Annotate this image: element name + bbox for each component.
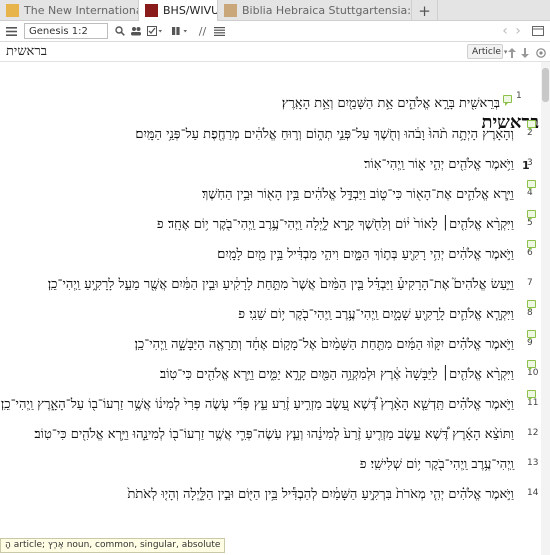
tab-label: BHS/WIVU [163, 4, 218, 17]
verse-row: 4 וַיַּ֧רְא אֱלֹהִ֛ים אֶת־הָא֖וֹר כִּי־ט֑… [0, 180, 538, 210]
note-icon[interactable] [503, 95, 512, 106]
verse-row: 12 וַתּוֹצֵ֨א הָאָ֜רֶץ דֶּ֠שֶׁא עֵ֣שֶׂב מ… [0, 426, 538, 450]
verse-text[interactable]: וַיַּ֧רְא אֱלֹהִ֛ים אֶת־הָא֖וֹר כִּי־ט֑ו… [202, 186, 514, 202]
columns-icon[interactable] [170, 23, 190, 39]
scrollbar[interactable] [541, 62, 550, 555]
verse-text[interactable]: וַיֹּ֣אמֶר אֱלֹהִ֗ים יְהִ֤י מְאֹרֹת֙ בִּ… [128, 486, 515, 502]
verse-text[interactable]: וַיֹּ֣אמֶר אֱלֹהִ֗ים תַּֽדְשֵׁ֤א הָאָ֨רֶ… [1, 396, 514, 412]
verse-text[interactable]: וַיֹּ֥אמֶר אֱלֹהִ֖ים יְהִ֣י א֑וֹר וַֽיְה… [364, 156, 514, 172]
visual-filter-icon[interactable] [146, 23, 164, 39]
word-info-tooltip: הָ article; אֶרֶץ noun, common, singular… [0, 538, 226, 553]
verse-number[interactable]: 14 [527, 488, 538, 498]
scroll-up-icon[interactable] [507, 45, 517, 61]
verse-text[interactable]: בְּרֵאשִׁ֖ית בָּרָ֣א אֱלֹהִ֑ים אֵ֥ת הַשָ… [282, 95, 500, 111]
note-icon[interactable] [527, 390, 536, 401]
verse-row: 6 וַיֹּ֣אמֶר אֱלֹהִ֔ים יְהִ֥י רָקִ֖יעַ בְ… [0, 240, 538, 270]
panel-menu-icon[interactable] [530, 23, 546, 39]
verse-row: 7 וַיַּ֣עַשׂ אֱלֹהִים֮ אֶת־הָרָקִיעַ֒ וַי… [0, 276, 538, 300]
note-icon[interactable] [527, 360, 536, 371]
article-label: Article [472, 46, 501, 57]
verse-number[interactable]: 13 [527, 458, 538, 468]
verse-text[interactable]: וְהָאָ֗רֶץ הָיְתָ֥ה תֹ֨הוּ֙ וָבֹ֔הוּ וְח… [135, 126, 514, 142]
reading-view-icon[interactable] [213, 23, 226, 39]
bible-text-panel: בראשית 1 1 בְּרֵאשִׁ֖ית בָּרָ֣א אֱלֹהִ֑ים… [0, 62, 550, 555]
book-icon [145, 4, 158, 17]
verse-row: 10 וַיִּקְרָ֨א אֱלֹהִ֤ים׀ לַיַּבָּשָׁה֙ א… [0, 360, 538, 390]
verse-text[interactable]: וַיִּקְרָ֧א אֱלֹהִ֛ים לָֽרָקִ֖יעַ שָׁמָ֑… [238, 306, 514, 322]
add-tab-button[interactable]: + [412, 0, 438, 21]
tab-bhs-wivu[interactable]: BHS/WIVU ✕ [139, 0, 218, 21]
menu-icon[interactable] [4, 23, 18, 39]
verse-number[interactable]: 12 [527, 428, 538, 438]
note-icon[interactable] [527, 120, 536, 131]
verse-row: 5 וַיִּקְרָ֨א אֱלֹהִ֤ים׀ לָאוֹר֙ י֔וֹם וְ… [0, 210, 538, 240]
parallel-icon[interactable]: // [196, 23, 209, 39]
book-title: בראשית [6, 44, 47, 59]
verse-row: 1 בְּרֵאשִׁ֖ית בָּרָ֣א אֱלֹהִ֑ים אֵ֥ת הַש… [0, 91, 538, 119]
note-icon[interactable] [527, 300, 536, 311]
book-icon [224, 4, 237, 17]
verse-text[interactable]: וַיַּ֣עַשׂ אֱלֹהִים֮ אֶת־הָרָקִיעַ֒ וַיַ… [48, 276, 514, 292]
verse-row: 14 וַיֹּ֣אמֶר אֱלֹהִ֗ים יְהִ֤י מְאֹרֹת֙ ב… [0, 486, 539, 510]
verse-row: 9 וַיֹּ֣אמֶר אֱלֹהִ֗ים יִקָּו֨וּ הַמַּ֜יִ… [0, 330, 538, 360]
verse-row: 13 וַֽיְהִי־עֶ֥רֶב וַֽיְהִי־בֹ֖קֶר י֥וֹם … [0, 456, 539, 480]
settings-icon[interactable] [535, 45, 547, 61]
verse-text[interactable]: וַיֹּ֣אמֶר אֱלֹהִ֔ים יְהִ֥י רָקִ֖יעַ בְּ… [217, 246, 514, 262]
tab-label: The New International Version [24, 4, 139, 17]
verse-row: 2 וְהָאָ֗רֶץ הָיְתָ֥ה תֹ֨הוּ֙ וָבֹ֔הוּ וְ… [0, 120, 538, 150]
verse-text[interactable]: וַיִּקְרָ֨א אֱלֹהִ֤ים׀ לָאוֹר֙ י֔וֹם וְל… [157, 216, 514, 232]
verse-row: 8 וַיִּקְרָ֧א אֱלֹהִ֛ים לָֽרָקִ֖יעַ שָׁמָ… [0, 300, 538, 330]
tab-label: Biblia Hebraica Stuttgartensia: SESB 2.0… [242, 4, 411, 17]
note-icon[interactable] [527, 180, 536, 191]
verse-text[interactable]: וַיֹּ֣אמֶר אֱלֹהִ֗ים יִקָּו֨וּ הַמַּ֜יִם… [135, 336, 514, 352]
verse-row: 3 וַיֹּ֥אמֶר אֱלֹהִ֖ים יְהִ֣י א֑וֹר וַֽיְ… [0, 156, 538, 180]
forward-icon[interactable]: › [512, 23, 524, 39]
scroll-down-icon[interactable] [520, 45, 530, 61]
toolbar: // ‹ › [0, 21, 550, 42]
back-icon[interactable]: ‹ [499, 23, 511, 39]
reference-input[interactable] [24, 23, 108, 39]
search-icon[interactable] [113, 23, 126, 39]
heading-bar: בראשית Article ▾ [0, 42, 550, 62]
scrollbar-thumb[interactable] [542, 68, 549, 102]
verse-text[interactable]: וַתּוֹצֵ֨א הָאָ֜רֶץ דֶּ֠שֶׁא עֵ֣שֶׂב מַז… [34, 426, 514, 442]
verse-number[interactable]: 1 [516, 91, 522, 101]
tab-niv[interactable]: The New International Version [0, 0, 139, 21]
article-dropdown[interactable]: Article ▾ [467, 44, 507, 59]
verse-text[interactable]: וַיִּקְרָ֨א אֱלֹהִ֤ים׀ לַיַּבָּשָׁה֙ אֶ֔… [160, 366, 514, 382]
tab-strip: The New International Version BHS/WIVU ✕… [0, 0, 550, 21]
note-icon[interactable] [527, 240, 536, 251]
verse-row: 11 וַיֹּ֣אמֶר אֱלֹהִ֗ים תַּֽדְשֵׁ֤א הָאָ֨… [0, 390, 538, 420]
tab-bhs-sesb[interactable]: Biblia Hebraica Stuttgartensia: SESB 2.0… [218, 0, 412, 21]
verse-number[interactable]: 3 [527, 158, 533, 168]
note-icon[interactable] [527, 330, 536, 341]
verse-text[interactable]: וַֽיְהִי־עֶ֥רֶב וַֽיְהִי־בֹ֖קֶר י֥וֹם שְ… [360, 456, 514, 472]
book-icon [6, 4, 19, 17]
note-icon[interactable] [527, 210, 536, 221]
people-icon[interactable] [129, 23, 143, 39]
verse-number[interactable]: 7 [527, 278, 533, 288]
